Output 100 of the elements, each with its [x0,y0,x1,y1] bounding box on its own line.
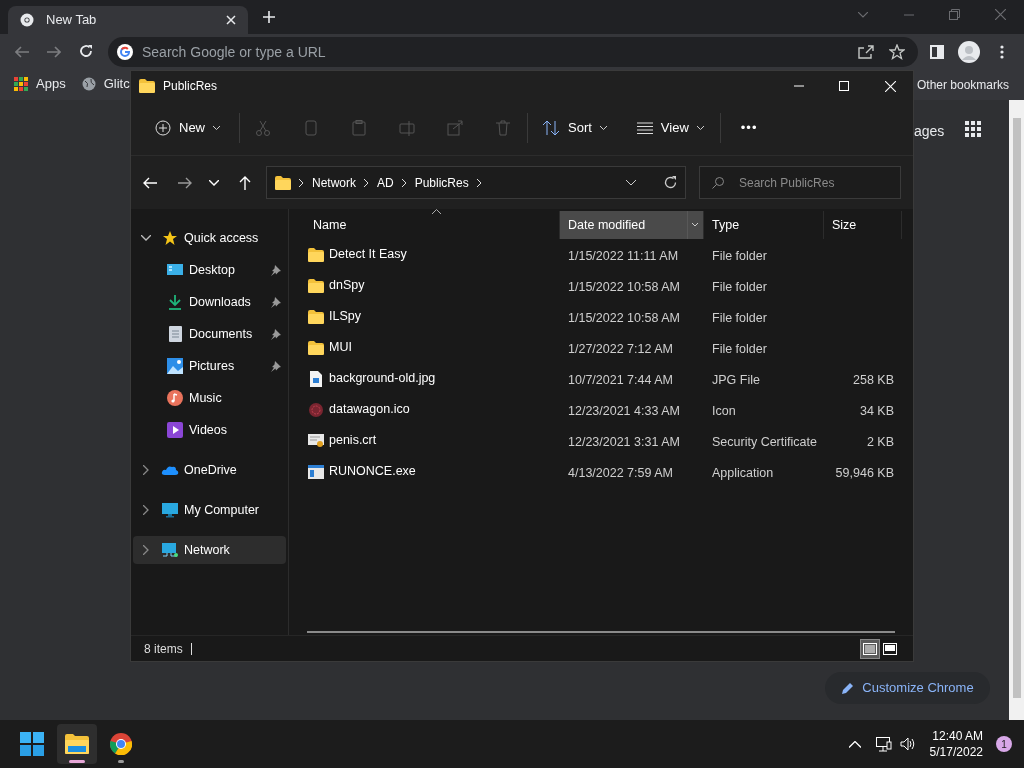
speaker-icon[interactable] [899,737,916,751]
file-name[interactable]: Detect It Easy [329,245,407,264]
address-bar[interactable]: Search Google or type a URL [108,37,918,67]
folder-icon [139,79,155,93]
breadcrumb-item[interactable]: Network [312,173,356,192]
certificate-icon [307,433,324,448]
network-icon[interactable] [875,736,892,752]
image-file-icon [307,370,324,387]
clock[interactable]: 12:40 AM 5/17/2022 [929,728,983,760]
bookmark-link[interactable]: Apps [14,74,66,94]
globe-icon [81,76,96,91]
notification-badge[interactable]: 1 [996,736,1012,752]
search-icon [712,177,724,189]
apps-grid-icon [14,76,28,91]
chevron-up-icon[interactable] [848,740,861,748]
file-name[interactable]: background-old.jpg [329,369,436,388]
nav-item[interactable]: Quick access [133,224,286,252]
folder-icon [307,278,324,293]
file-name[interactable]: ILSpy [329,307,361,326]
maximize-icon[interactable] [839,81,849,91]
customize-chrome-button[interactable]: Customize Chrome [825,672,990,704]
up-arrow-icon[interactable] [239,175,251,190]
table-cell: 12/23/2021 3:31 AM [568,434,680,449]
view-button[interactable]: View [632,111,708,145]
menu-icon[interactable] [1000,45,1004,59]
horizontal-scrollbar[interactable] [307,631,895,633]
details-view-button[interactable] [860,638,880,659]
star-icon [161,230,179,246]
share-icon[interactable] [858,45,874,59]
column-header[interactable]: Type [704,211,824,239]
nav-item[interactable]: Documents [131,320,288,348]
apps-grid-icon[interactable] [965,121,981,137]
file-explorer-taskbar-button[interactable] [57,724,97,764]
bookmark-link[interactable]: Other bookmarks [917,76,1010,94]
reload-icon[interactable] [79,44,93,58]
file-name[interactable]: RUNONCE.exe [329,462,416,481]
chevron-right-icon[interactable] [141,465,151,475]
search-field[interactable]: Search PublicRes [699,166,901,199]
star-icon[interactable] [889,44,905,60]
forward-icon[interactable] [47,46,61,58]
chevron-right-icon [401,178,407,187]
breadcrumb-item[interactable]: AD [377,173,394,192]
forward-icon[interactable] [178,176,192,189]
file-name[interactable]: MUI [329,338,352,357]
nav-item[interactable]: Desktop [131,256,288,284]
table-cell: 10/7/2021 7:44 AM [568,372,673,387]
application-icon [307,464,324,479]
file-name[interactable]: dnSpy [329,276,365,295]
start-icon[interactable] [20,732,44,756]
browser-tab[interactable]: New Tab [8,6,248,34]
restore-icon[interactable] [949,9,960,20]
chevron-down-icon [213,126,220,130]
side-panel-icon[interactable] [930,45,944,59]
refresh-icon[interactable] [664,176,677,189]
nav-item[interactable]: Pictures [131,352,288,380]
table-cell: 12/23/2021 4:33 AM [568,403,680,418]
chevron-down-icon[interactable] [626,179,636,186]
chevron-right-icon[interactable] [141,505,151,515]
new-button[interactable]: New [151,111,224,145]
file-name[interactable]: datawagon.ico [329,400,410,419]
network-icon [161,542,179,558]
icon-file-icon [307,401,324,418]
table-cell: Application [712,465,774,480]
sort-button[interactable]: Sort [538,111,611,145]
new-tab-icon[interactable] [263,11,275,23]
nav-item[interactable]: Downloads [131,288,288,316]
monitor-icon [161,502,179,518]
document-icon [167,326,183,342]
tab-search-icon[interactable] [858,12,868,18]
pencil-icon [841,681,855,695]
nav-item[interactable]: OneDrive [133,456,286,484]
scrollbar[interactable] [1009,100,1024,720]
nav-item[interactable]: My Computer [133,496,286,524]
chevron-right-icon [364,178,369,187]
nav-item[interactable]: Network [133,536,286,564]
address-field[interactable]: Network AD PublicRes [266,166,686,199]
video-icon [167,422,183,438]
table-cell: File folder [712,248,767,263]
folder-icon [275,175,291,190]
page-link[interactable]: ages [914,121,945,142]
file-name[interactable]: penis.crt [329,431,377,450]
column-header[interactable]: Date modified [560,211,704,239]
chevron-down-icon[interactable] [141,235,151,241]
breadcrumb-item[interactable]: PublicRes [414,173,469,192]
chrome-icon [20,13,34,27]
status-text: 8 items [144,642,192,655]
music-icon [167,390,183,406]
chrome-icon [110,733,132,755]
clipboard-icon[interactable] [351,120,367,136]
monitor-icon [167,263,183,277]
bookmark-link[interactable]: Glitc [81,74,130,94]
nav-item[interactable]: Music [131,384,288,412]
plus-circle-icon [155,120,171,136]
more-button[interactable]: ••• [732,118,766,138]
tab-title: New Tab [46,11,98,30]
profile-avatar-icon[interactable] [958,41,980,63]
chevron-right-icon[interactable] [141,545,151,555]
folder-icon [65,734,89,754]
column-header[interactable]: Size [824,211,902,239]
nav-item[interactable]: Videos [131,416,288,444]
